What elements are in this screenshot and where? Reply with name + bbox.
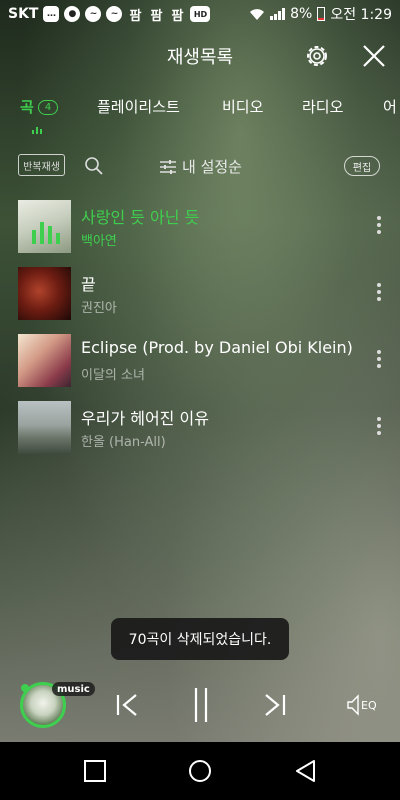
sort-label: 내 설정순 [182,158,242,176]
next-icon[interactable] [260,690,290,720]
messenger-icon: ~ [106,6,123,22]
tab-songs-label: 곡 [20,98,34,116]
speaker-icon [347,694,359,716]
sort-button[interactable]: 내 설정순 [160,156,242,177]
eq-button[interactable]: EQ [346,694,377,716]
chat-icon: … [43,6,60,22]
recent-apps-icon[interactable] [83,759,107,783]
song-artist: 한올 (Han-All) [81,435,166,450]
close-icon[interactable] [360,42,388,70]
list-item[interactable]: 끝 권진아 [0,261,400,328]
more-options-icon[interactable] [374,350,384,372]
album-art [18,267,71,320]
list-toolbar: 반복재생 내 설정순 편집 [0,148,400,184]
album-art [18,401,71,454]
hd-voice-icon: HD [190,6,211,22]
page-title: 재생목록 [166,47,234,68]
more-options-icon[interactable] [374,283,384,305]
previous-icon[interactable] [112,690,142,720]
tab-radio[interactable]: 라디오 [302,96,343,117]
tab-bar: 곡4 플레이리스트 비디오 라디오 어 [0,90,400,136]
home-icon[interactable] [188,759,212,783]
gear-icon[interactable] [303,42,331,70]
status-bar: SKT … ● ~ ~ 팜 팜 팜 HD 8% 오전 1:29 [0,0,400,28]
header: 재생목록 [0,28,400,84]
search-icon[interactable] [84,156,104,176]
song-artist: 백아연 [81,234,117,249]
song-artist: 이달의 소녀 [81,368,145,383]
eq-label: EQ [361,698,377,712]
battery-icon [317,7,326,21]
pampampam-icon: 팜 [150,8,163,24]
tab-songs[interactable]: 곡4 [20,96,59,117]
pause-icon[interactable] [186,686,216,724]
tab-active-indicator [32,126,42,134]
song-title: Eclipse (Prod. by Daniel Obi Klein) [81,338,353,357]
song-artist: 권진아 [81,301,117,316]
battery-percent: 8% [290,6,313,22]
toast-message: 70곡이 삭제되었습니다. [111,618,289,660]
album-art [18,200,71,253]
playing-indicator-dot [21,684,29,692]
edit-button[interactable]: 편집 [344,156,380,176]
song-title: 끝 [81,275,96,294]
album-art [18,334,71,387]
list-item[interactable]: 우리가 헤어진 이유 한올 (Han-All) [0,395,400,462]
tab-songs-count: 4 [37,100,59,115]
carrier-label: SKT [8,6,39,22]
song-list: 사랑인 듯 아닌 듯 백아연 끝 권진아 Eclipse (Prod. by D… [0,194,400,462]
back-icon[interactable] [294,759,318,783]
system-nav-bar [0,742,400,800]
signal-icon [270,8,286,20]
wifi-icon [250,9,265,20]
list-item[interactable]: 사랑인 듯 아닌 듯 백아연 [0,194,400,261]
pampampam-icon: 팜 [129,8,142,24]
repeat-button[interactable]: 반복재생 [18,154,65,176]
tab-videos[interactable]: 비디오 [222,96,263,117]
tab-more[interactable]: 어 [383,96,397,117]
music-badge: music [52,682,95,696]
messenger-icon: ~ [85,6,102,22]
more-options-icon[interactable] [374,216,384,238]
pampampam-icon: 팜 [171,8,184,24]
mini-player: music EQ [0,668,400,742]
more-options-icon[interactable] [374,417,384,439]
list-item[interactable]: Eclipse (Prod. by Daniel Obi Klein) 이달의 … [0,328,400,395]
app-icon: ● [64,6,81,22]
clock: 오전 1:29 [330,7,392,23]
song-title: 사랑인 듯 아닌 듯 [81,208,200,227]
sliders-icon [160,159,176,174]
song-title: 우리가 헤어진 이유 [81,409,209,428]
tab-playlists[interactable]: 플레이리스트 [97,96,180,117]
